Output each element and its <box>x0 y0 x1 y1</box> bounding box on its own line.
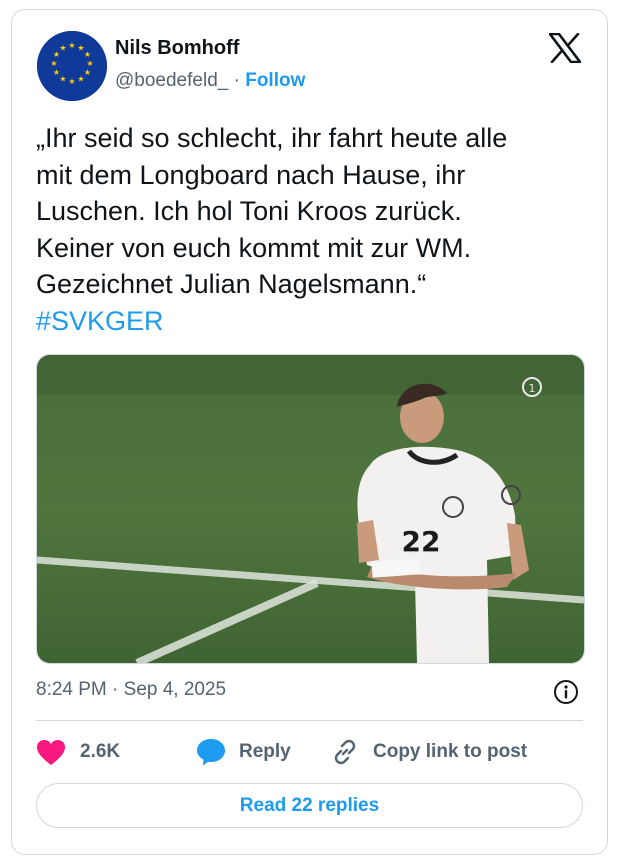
reply-button[interactable]: Reply <box>196 738 331 766</box>
info-icon[interactable] <box>553 679 579 705</box>
svg-text:★: ★ <box>50 59 57 68</box>
svg-text:★: ★ <box>68 77 75 86</box>
follow-button[interactable]: Follow <box>245 70 305 91</box>
reply-label: Reply <box>239 741 291 762</box>
reply-bubble-icon <box>196 738 226 766</box>
match-photo: 1 22 <box>37 355 584 663</box>
tweet-text: „Ihr seid so schlecht, ihr fahrt heute a… <box>36 120 576 339</box>
heart-icon <box>36 739 66 766</box>
read-replies-button[interactable]: Read 22 replies <box>36 783 583 828</box>
x-logo-icon[interactable] <box>548 32 582 64</box>
svg-text:★: ★ <box>59 75 66 84</box>
tweet-body: „Ihr seid so schlecht, ihr fahrt heute a… <box>36 123 508 299</box>
broadcast-logo: 1 <box>529 382 536 395</box>
like-count: 2.6K <box>80 741 121 762</box>
copy-link-label: Copy link to post <box>373 741 528 762</box>
svg-text:★: ★ <box>53 68 60 77</box>
author-handle-row: @boedefeld_ · Follow <box>115 70 305 92</box>
svg-text:★: ★ <box>68 41 75 50</box>
svg-text:★: ★ <box>86 59 93 68</box>
action-bar: 2.6K Reply Copy link to post <box>36 735 527 769</box>
avatar[interactable]: ★ ★ ★ ★ ★ ★ ★ ★ ★ ★ ★ ★ <box>37 31 107 101</box>
eu-flag-avatar: ★ ★ ★ ★ ★ ★ ★ ★ ★ ★ ★ ★ <box>37 31 107 101</box>
svg-text:★: ★ <box>84 50 91 59</box>
svg-text:★: ★ <box>84 68 91 77</box>
tweet-media[interactable]: 1 22 <box>36 354 585 664</box>
author-name[interactable]: Nils Bomhoff <box>115 37 239 60</box>
jersey-number: 22 <box>402 525 441 558</box>
tweet-timestamp[interactable]: 8:24 PM · Sep 4, 2025 <box>36 679 226 701</box>
hashtag-link[interactable]: #SVKGER <box>36 303 576 340</box>
link-icon <box>331 738 359 766</box>
svg-text:★: ★ <box>77 75 84 84</box>
divider <box>36 720 583 721</box>
like-button[interactable]: 2.6K <box>36 739 196 766</box>
author-handle[interactable]: @boedefeld_ <box>115 70 228 91</box>
separator-dot: · <box>233 70 240 91</box>
svg-text:★: ★ <box>59 44 66 53</box>
copy-link-button[interactable]: Copy link to post <box>331 738 527 766</box>
